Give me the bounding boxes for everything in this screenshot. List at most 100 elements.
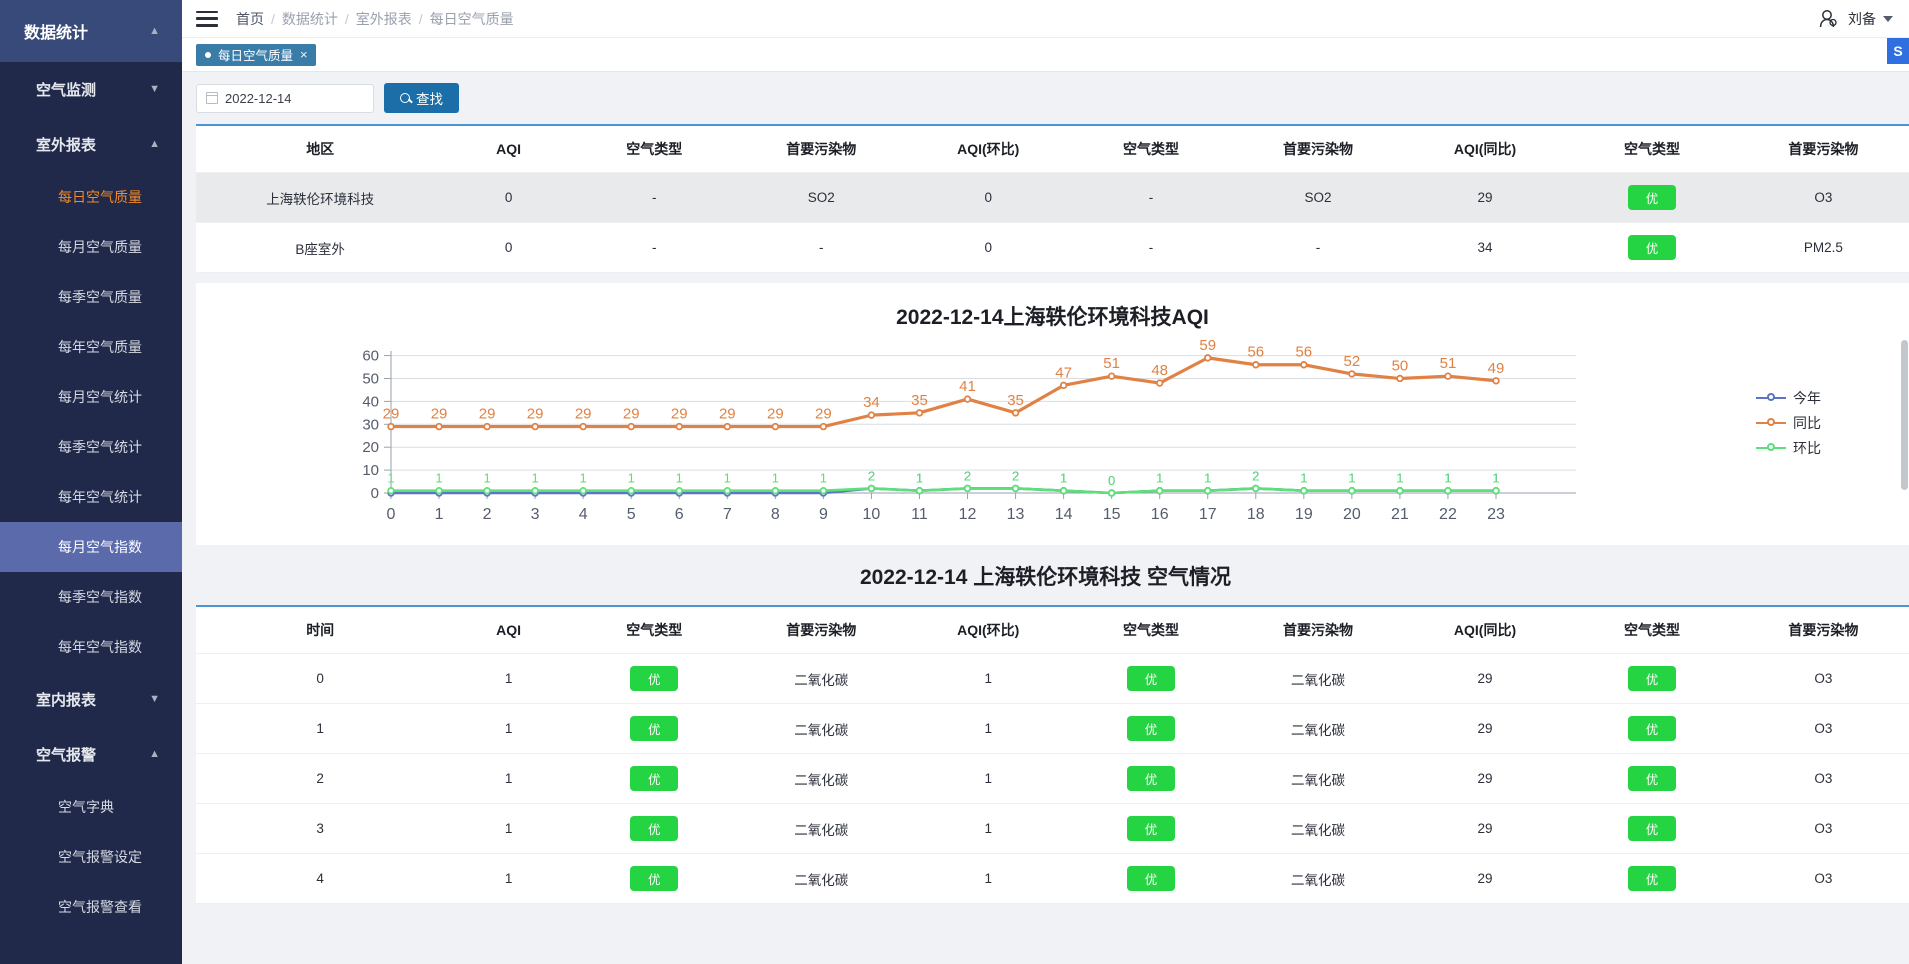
sidebar-item-label: 空气字典	[58, 799, 114, 815]
data-label: 1	[1492, 471, 1499, 486]
table-cell: 二氧化碳	[1232, 653, 1404, 704]
status-badge: 优	[1126, 866, 1175, 891]
sidebar-item-每季空气质量[interactable]: 每季空气质量	[0, 272, 182, 322]
table-cell: SO2	[735, 172, 907, 223]
data-label: 50	[1392, 357, 1409, 374]
sidebar-group-label: 室内报表	[36, 692, 97, 709]
table-cell: 二氧化碳	[735, 653, 907, 704]
data-point	[723, 487, 732, 495]
user-menu[interactable]: 刘备	[1819, 9, 1893, 29]
table-cell: 1	[444, 803, 573, 854]
sidebar-item-每年空气质量[interactable]: 每年空气质量	[0, 322, 182, 372]
x-axis-tick: 6	[675, 506, 684, 523]
date-input[interactable]: 2022-12-14	[196, 83, 374, 113]
column-header-6: 首要污染物	[1232, 126, 1404, 173]
breadcrumb-item-0[interactable]: 首页	[236, 9, 264, 29]
sidebar-item-每季空气统计[interactable]: 每季空气统计	[0, 422, 182, 472]
data-label: 1	[820, 471, 827, 486]
vertical-scrollbar[interactable]	[1900, 0, 1909, 964]
data-label: 35	[1007, 392, 1024, 409]
data-point	[483, 487, 491, 495]
chevron-down-icon: ▼	[149, 83, 160, 95]
data-label: 1	[435, 471, 442, 486]
legend-item-同比[interactable]: 同比	[1756, 410, 1821, 435]
data-point	[675, 422, 683, 431]
sidebar-item-每月空气质量[interactable]: 每月空气质量	[0, 222, 182, 272]
data-point	[819, 422, 828, 431]
status-badge-cell: 优	[1566, 753, 1738, 804]
table-cell: 1	[906, 703, 1070, 754]
table-cell: 29	[1403, 753, 1567, 804]
column-header-1: AQI	[444, 126, 573, 173]
table-row[interactable]: 4 1 优二氧化碳 1 优二氧化碳 29 优 O3	[196, 853, 1909, 904]
status-badge-cell: 优	[1069, 853, 1233, 904]
table-row[interactable]: 上海轶伦环境科技 0- SO2 0- SO2 29 优 O3	[196, 172, 1909, 223]
sidebar-item-每年空气统计[interactable]: 每年空气统计	[0, 472, 182, 522]
sidebar-item-label: 每月空气指数	[58, 539, 142, 555]
table-row[interactable]: 1 1 优二氧化碳 1 优二氧化碳 29 优 O3	[196, 703, 1909, 754]
table-cell: 34	[1403, 222, 1567, 273]
sidebar-item-空气报警查看[interactable]: 空气报警查看	[0, 882, 182, 932]
status-badge-cell: 优	[1566, 653, 1738, 704]
data-point	[1059, 487, 1068, 495]
table-cell: 二氧化碳	[735, 703, 907, 754]
table-row[interactable]: 2 1 优二氧化碳 1 优二氧化碳 29 优 O3	[196, 753, 1909, 804]
data-point	[387, 487, 395, 495]
column-header-8: 空气类型	[1566, 607, 1738, 654]
table-row[interactable]: 0 1 优二氧化碳 1 优二氧化碳 29 优 O3	[196, 653, 1909, 704]
data-label: 41	[959, 378, 976, 395]
legend-item-今年[interactable]: 今年	[1756, 385, 1821, 410]
sidebar-group-室内报表[interactable]: 室内报表 ▼	[0, 672, 182, 727]
data-label: 1	[1156, 471, 1163, 486]
x-axis-tick: 18	[1247, 506, 1265, 523]
table-cell: 29	[1403, 803, 1567, 854]
sidebar-group-label: 室外报表	[36, 137, 97, 154]
sidebar-item-每日空气质量[interactable]: 每日空气质量	[0, 172, 182, 222]
x-axis-tick: 10	[863, 506, 881, 523]
sidebar-group-空气监测[interactable]: 空气监测 ▼	[0, 62, 182, 117]
table-cell: O3	[1737, 653, 1909, 704]
breadcrumb-item-3[interactable]: 每日空气质量	[430, 9, 514, 29]
sidebar-item-每月空气指数[interactable]: 每月空气指数	[0, 522, 182, 572]
data-point	[1059, 381, 1068, 390]
user-avatar-icon	[1819, 9, 1837, 27]
data-point	[387, 422, 395, 431]
breadcrumb-item-1[interactable]: 数据统计	[282, 9, 338, 29]
sidebar-item-每季空气指数[interactable]: 每季空气指数	[0, 572, 182, 622]
tab-每日空气质量[interactable]: 每日空气质量 ×	[196, 43, 316, 66]
data-point	[531, 422, 539, 431]
table-cell: 0	[444, 222, 573, 273]
legend-item-环比[interactable]: 环比	[1756, 435, 1821, 460]
breadcrumb-item-2[interactable]: 室外报表	[356, 9, 412, 29]
sidebar-item-每月空气统计[interactable]: 每月空气统计	[0, 372, 182, 422]
sidebar-group-室外报表[interactable]: 室外报表 ▲	[0, 117, 182, 172]
close-icon[interactable]: ×	[300, 47, 308, 62]
sidebar-root-数据统计[interactable]: 数据统计 ▲	[0, 0, 182, 62]
scrollbar-thumb[interactable]	[1901, 340, 1908, 490]
data-label: 29	[479, 406, 496, 423]
legend-swatch	[1756, 392, 1786, 401]
menu-toggle-icon[interactable]	[196, 10, 218, 27]
table-row[interactable]: B座室外 0- -0- -34 优 PM2.5	[196, 222, 1909, 273]
sidebar-item-每年空气指数[interactable]: 每年空气指数	[0, 622, 182, 672]
chevron-down-icon[interactable]	[1883, 15, 1893, 22]
table-row[interactable]: 3 1 优二氧化碳 1 优二氧化碳 29 优 O3	[196, 803, 1909, 854]
column-header-3: 首要污染物	[735, 126, 907, 173]
sidebar-group-空气报警[interactable]: 空气报警 ▲	[0, 727, 182, 782]
data-label: 2	[1252, 468, 1259, 483]
sidebar-item-空气报警设定[interactable]: 空气报警设定	[0, 832, 182, 882]
data-label: 56	[1295, 344, 1312, 361]
search-button[interactable]: 查找	[384, 83, 459, 113]
data-point	[1155, 379, 1164, 387]
sidebar-item-label: 每季空气质量	[58, 289, 142, 305]
status-badge: 优	[630, 816, 679, 841]
data-label: 29	[431, 406, 448, 423]
status-badge: 优	[1126, 766, 1175, 791]
x-axis-tick: 7	[723, 506, 732, 523]
status-badge-cell: 优	[1566, 703, 1738, 754]
status-badge-cell: 优	[572, 653, 736, 704]
x-axis-tick: 21	[1391, 506, 1409, 523]
column-header-4: AQI(环比)	[906, 126, 1070, 173]
sidebar-item-空气字典[interactable]: 空气字典	[0, 782, 182, 832]
data-point	[963, 484, 972, 493]
